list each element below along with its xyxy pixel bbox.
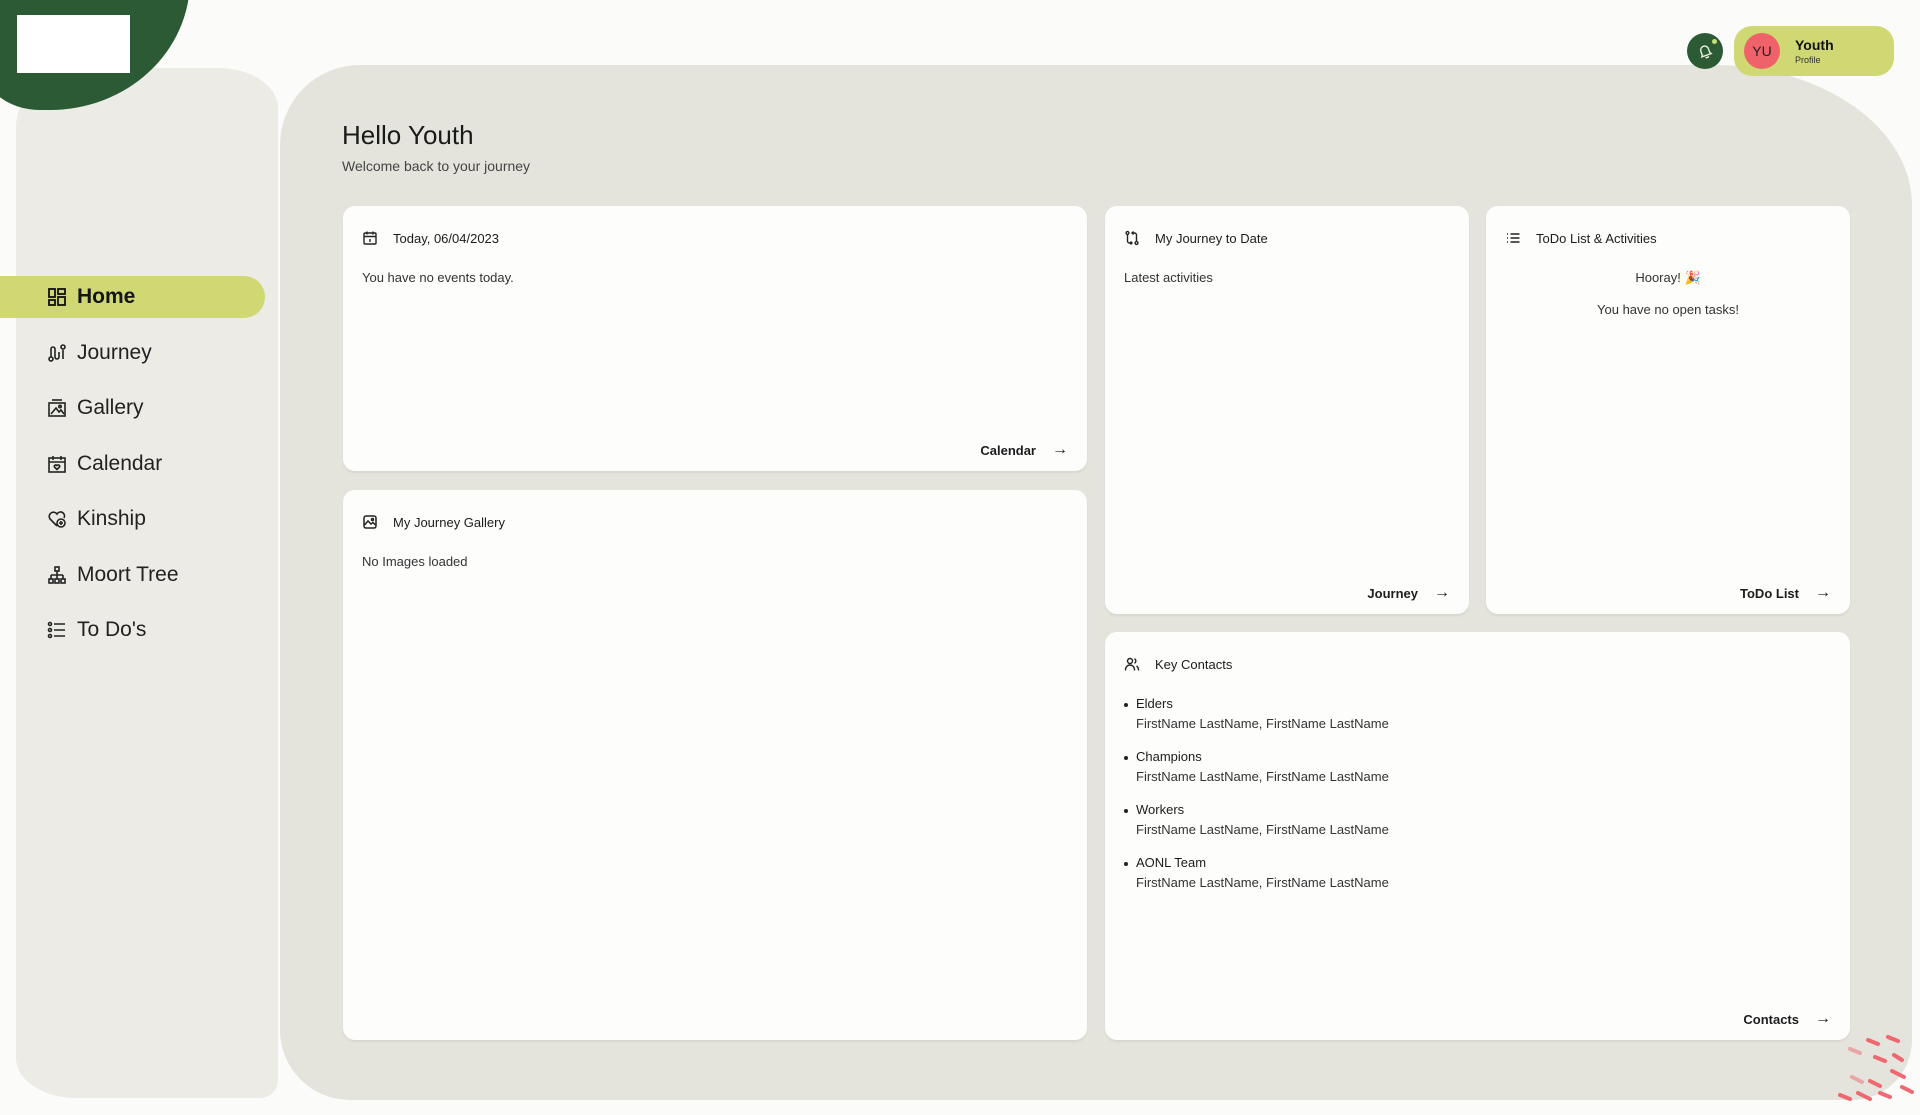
route-icon	[47, 343, 67, 363]
contact-group-workers: Workers FirstName LastName, FirstName La…	[1124, 802, 1389, 837]
page-subtitle: Welcome back to your journey	[342, 158, 531, 174]
calendar-heart-icon	[47, 454, 67, 474]
todo-empty-state: Hooray! 🎉 You have no open tasks!	[1486, 270, 1850, 317]
sidebar-item-label: Kinship	[77, 507, 146, 530]
contact-names: FirstName LastName, FirstName LastName	[1136, 875, 1389, 890]
sidebar-item-gallery[interactable]: Gallery	[0, 387, 265, 429]
arrow-right-icon: →	[1815, 584, 1831, 601]
sidebar-item-label: Journey	[77, 340, 152, 364]
todo-card: ToDo List & Activities Hooray! 🎉 You hav…	[1486, 206, 1850, 614]
calendar-link[interactable]: Calendar →	[980, 441, 1068, 459]
heart-plus-icon	[47, 509, 67, 529]
calendar-icon	[362, 230, 378, 246]
contact-group-champions: Champions FirstName LastName, FirstName …	[1124, 749, 1389, 784]
image-icon	[362, 514, 378, 530]
users-icon	[1124, 656, 1140, 672]
contact-group-aonl-team: AONL Team FirstName LastName, FirstName …	[1124, 855, 1389, 890]
contact-role: AONL Team	[1136, 855, 1207, 870]
page-title: Hello Youth	[342, 120, 474, 150]
profile-text: Youth Profile	[1795, 37, 1834, 65]
card-title: Key Contacts	[1155, 656, 1233, 672]
journey-card: My Journey to Date Latest activities Jou…	[1105, 206, 1469, 614]
image-gallery-icon	[47, 398, 67, 418]
list-icon	[1505, 230, 1521, 246]
card-header: My Journey to Date	[1124, 230, 1268, 246]
sidebar-item-kinship[interactable]: Kinship	[0, 498, 265, 540]
contacts-list: Elders FirstName LastName, FirstName Las…	[1124, 696, 1389, 908]
sidebar-item-home[interactable]: Home	[0, 276, 265, 318]
card-body: Latest activities	[1124, 270, 1213, 285]
dashboard-grid-icon	[47, 287, 67, 307]
card-title: My Journey Gallery	[393, 514, 505, 530]
journey-link[interactable]: Journey →	[1367, 584, 1450, 602]
hierarchy-icon	[47, 565, 67, 585]
contact-group-elders: Elders FirstName LastName, FirstName Las…	[1124, 696, 1389, 731]
profile-subtitle: Profile	[1795, 55, 1821, 65]
gallery-card: My Journey Gallery No Images loaded	[343, 490, 1087, 1040]
sidebar-item-label: Calendar	[77, 451, 163, 475]
todo-no-tasks-text: You have no open tasks!	[1597, 302, 1739, 317]
contact-names: FirstName LastName, FirstName LastName	[1136, 769, 1389, 784]
page: Home Journey Gallery Calendar Kinship Mo…	[0, 0, 1920, 1115]
contacts-link[interactable]: Contacts →	[1743, 1010, 1831, 1028]
card-title: ToDo List & Activities	[1536, 230, 1657, 246]
card-title: My Journey to Date	[1155, 230, 1268, 246]
sidebar-item-moort-tree[interactable]: Moort Tree	[0, 554, 265, 596]
contact-role: Champions	[1136, 749, 1202, 764]
link-label: ToDo List	[1740, 585, 1799, 601]
contact-names: FirstName LastName, FirstName LastName	[1136, 822, 1389, 837]
card-body: You have no events today.	[362, 270, 514, 285]
todo-hooray-text: Hooray! 🎉	[1635, 270, 1701, 285]
link-label: Contacts	[1743, 1011, 1799, 1027]
calendar-card: Today, 06/04/2023 You have no events tod…	[343, 206, 1087, 471]
link-label: Journey	[1367, 585, 1418, 601]
card-header: ToDo List & Activities	[1505, 230, 1657, 246]
sidebar-item-label: Moort Tree	[77, 562, 179, 586]
sidebar-item-label: To Do's	[77, 618, 147, 641]
link-label: Calendar	[980, 442, 1036, 458]
arrow-right-icon: →	[1434, 584, 1450, 601]
key-contacts-card: Key Contacts Elders FirstName LastName, …	[1105, 632, 1850, 1040]
logo[interactable]	[17, 15, 130, 73]
card-header: Key Contacts	[1124, 656, 1232, 672]
notifications-button[interactable]	[1687, 33, 1723, 69]
contact-names: FirstName LastName, FirstName LastName	[1136, 716, 1389, 731]
sidebar-item-label: Home	[77, 285, 136, 308]
profile-name: Youth	[1795, 37, 1834, 53]
sidebar-nav: Home Journey Gallery Calendar Kinship Mo…	[0, 276, 265, 665]
arrow-right-icon: →	[1052, 441, 1068, 458]
sidebar-item-todos[interactable]: To Do's	[0, 609, 265, 651]
decorative-dashes	[1838, 1035, 1914, 1101]
card-body: No Images loaded	[362, 554, 468, 569]
card-header: Today, 06/04/2023	[362, 230, 499, 246]
bell-icon	[1697, 43, 1713, 59]
contact-role: Workers	[1136, 802, 1185, 817]
contact-role: Elders	[1136, 696, 1173, 711]
avatar: YU	[1744, 33, 1780, 69]
notification-unread-dot	[1712, 39, 1717, 44]
todo-list-link[interactable]: ToDo List →	[1740, 584, 1831, 602]
arrow-right-icon: →	[1815, 1010, 1831, 1027]
git-compare-icon	[1124, 230, 1140, 246]
card-title: Today, 06/04/2023	[393, 230, 500, 246]
list-icon	[47, 620, 67, 640]
sidebar-item-journey[interactable]: Journey	[0, 332, 265, 374]
sidebar-item-label: Gallery	[77, 396, 144, 419]
profile-button[interactable]: YU Youth Profile	[1734, 26, 1894, 76]
card-header: My Journey Gallery	[362, 514, 505, 530]
sidebar-item-calendar[interactable]: Calendar	[0, 443, 265, 485]
